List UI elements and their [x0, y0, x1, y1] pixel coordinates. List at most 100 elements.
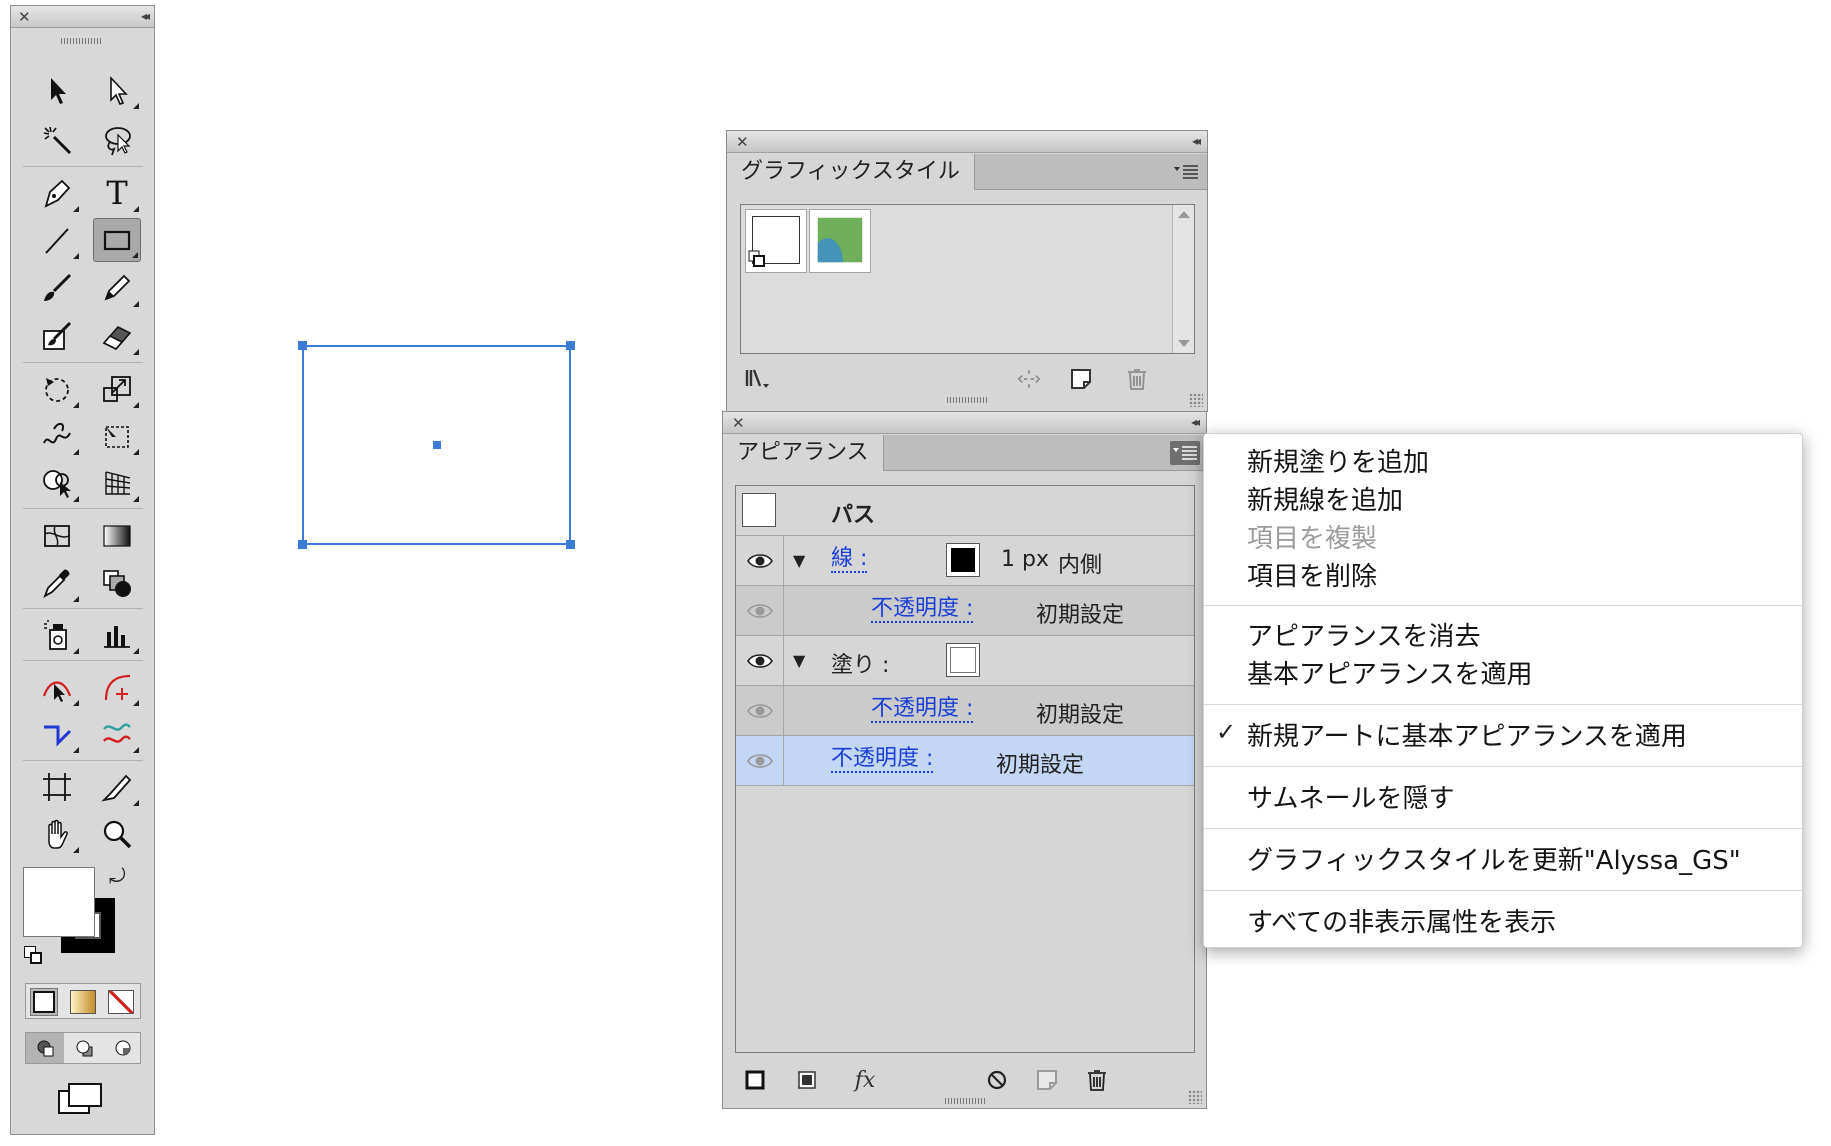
handle-top-left[interactable]	[298, 341, 307, 350]
style-libraries-icon[interactable]	[745, 367, 769, 391]
object-opacity-row[interactable]: 不透明度 : 初期設定	[736, 736, 1194, 786]
menu-item-add-new-fill[interactable]: 新規塗りを追加	[1247, 442, 1429, 479]
tools-panel-header[interactable]: ✕ ◂◂	[11, 6, 154, 28]
stroke-opacity-label[interactable]: 不透明度 :	[871, 597, 974, 623]
eyedropper-tool[interactable]	[33, 561, 81, 605]
stroke-opacity-row[interactable]: 不透明度 : 初期設定	[736, 586, 1194, 636]
resize-grip[interactable]	[1189, 393, 1203, 407]
shape-builder-tool[interactable]	[33, 461, 81, 505]
default-style-swatch[interactable]	[745, 209, 807, 273]
none-mode-icon[interactable]	[108, 990, 134, 1014]
tab-appearance[interactable]: アピアランス	[723, 435, 884, 471]
artboard-tool[interactable]	[33, 765, 81, 809]
mesh-tool[interactable]	[33, 513, 81, 557]
close-icon[interactable]: ✕	[18, 8, 31, 26]
vertical-scrollbar[interactable]	[1172, 205, 1194, 353]
handle-bottom-left[interactable]	[298, 540, 307, 549]
visibility-toggle[interactable]	[736, 536, 784, 585]
slice-tool[interactable]	[93, 765, 141, 809]
alyssa-gs-swatch[interactable]	[809, 209, 871, 273]
free-transform-tool[interactable]	[93, 414, 141, 458]
handle-bottom-right[interactable]	[566, 540, 575, 549]
appearance-header[interactable]: ✕ ◂◂	[723, 412, 1206, 434]
fill-opacity-label[interactable]: 不透明度 :	[871, 697, 974, 723]
handle-top-right[interactable]	[566, 341, 575, 350]
add-new-effect-icon[interactable]: fx	[845, 1068, 885, 1093]
collapse-icon[interactable]: ◂◂	[141, 9, 150, 23]
perspective-grid-tool[interactable]	[93, 461, 141, 505]
gradient-mode-icon[interactable]	[70, 990, 96, 1014]
fill-opacity-row[interactable]: 不透明度 : 初期設定	[736, 686, 1194, 736]
default-colors-icon[interactable]	[24, 946, 42, 964]
rotate-tool[interactable]	[33, 367, 81, 411]
resize-grip[interactable]	[1188, 1090, 1202, 1104]
trash-icon[interactable]	[1085, 1068, 1109, 1092]
convert-anchor-tool[interactable]	[33, 712, 81, 756]
trash-icon[interactable]	[1125, 367, 1149, 391]
draw-behind-icon[interactable]	[65, 1033, 103, 1063]
duplicate-item-icon[interactable]	[1035, 1068, 1059, 1092]
draw-normal-icon[interactable]	[26, 1033, 64, 1063]
visibility-toggle[interactable]	[736, 736, 784, 785]
smooth-tool[interactable]	[93, 712, 141, 756]
symbol-sprayer-tool[interactable]	[33, 613, 81, 657]
fill-color-chip[interactable]	[946, 643, 980, 677]
stroke-weight[interactable]: 1 px	[1001, 547, 1049, 572]
warp-tool[interactable]	[33, 414, 81, 458]
hand-tool[interactable]	[33, 812, 81, 856]
menu-item-redefine-graphic-style[interactable]: グラフィックスタイルを更新"Alyssa_GS"	[1247, 840, 1741, 877]
rectangle-tool[interactable]	[93, 218, 141, 262]
paintbrush-tool[interactable]	[33, 266, 81, 310]
menu-item-hide-thumbnail[interactable]: サムネールを隠す	[1247, 778, 1454, 815]
blend-tool[interactable]	[93, 561, 141, 605]
new-style-icon[interactable]	[1069, 367, 1093, 391]
line-segment-tool[interactable]	[33, 218, 81, 262]
anchor-point-tool[interactable]	[33, 665, 81, 709]
twirl-down-icon[interactable]: ▼	[793, 551, 805, 570]
eraser-tool[interactable]	[93, 314, 141, 358]
gradient-tool[interactable]	[93, 513, 141, 557]
screen-mode-icon[interactable]	[55, 1081, 107, 1117]
collapse-icon[interactable]: ◂◂	[1191, 415, 1200, 429]
panel-menu-button[interactable]	[1171, 160, 1201, 184]
drag-handle[interactable]	[61, 38, 101, 44]
blob-brush-tool[interactable]	[33, 314, 81, 358]
stroke-label[interactable]: 線 :	[831, 547, 868, 573]
break-link-icon[interactable]	[1017, 367, 1041, 391]
visibility-toggle[interactable]	[736, 636, 784, 685]
menu-item-clear-appearance[interactable]: アピアランスを消去	[1247, 616, 1480, 653]
close-icon[interactable]: ✕	[732, 414, 745, 432]
column-graph-tool[interactable]	[93, 613, 141, 657]
object-opacity-label[interactable]: 不透明度 :	[831, 747, 934, 773]
add-new-fill-icon[interactable]	[795, 1068, 819, 1092]
stroke-row[interactable]: ▼ 線 : 1 px 内側	[736, 536, 1194, 586]
panel-grip[interactable]	[947, 397, 987, 403]
selected-rectangle[interactable]	[298, 341, 575, 549]
color-icon[interactable]	[30, 988, 58, 1016]
tab-graphic-styles[interactable]: グラフィックスタイル	[727, 154, 975, 190]
magic-wand-tool[interactable]	[33, 118, 81, 162]
graphic-styles-header[interactable]: ✕ ◂◂	[727, 131, 1207, 153]
add-new-stroke-icon[interactable]	[743, 1068, 767, 1092]
close-icon[interactable]: ✕	[736, 133, 749, 151]
type-tool[interactable]: T	[93, 171, 141, 215]
fill-row[interactable]: ▼ 塗り :	[736, 636, 1194, 686]
pen-tool[interactable]	[33, 171, 81, 215]
add-anchor-tool[interactable]	[93, 665, 141, 709]
scale-tool[interactable]	[93, 367, 141, 411]
swap-fill-stroke-icon[interactable]: ⤾	[109, 864, 126, 888]
draw-inside-icon[interactable]	[104, 1033, 142, 1063]
fill-swatch[interactable]	[23, 867, 95, 937]
twirl-down-icon[interactable]: ▼	[793, 651, 805, 670]
panel-grip[interactable]	[944, 1098, 985, 1104]
clear-appearance-icon[interactable]	[985, 1068, 1009, 1092]
menu-item-new-art-basic-appearance[interactable]: 新規アートに基本アピアランスを適用	[1247, 716, 1687, 753]
pencil-tool[interactable]	[93, 266, 141, 310]
panel-menu-button[interactable]	[1170, 441, 1200, 465]
collapse-icon[interactable]: ◂◂	[1192, 134, 1201, 148]
menu-item-add-new-stroke[interactable]: 新規線を追加	[1247, 480, 1403, 517]
lasso-tool[interactable]	[93, 118, 141, 162]
visibility-toggle[interactable]	[736, 686, 784, 735]
stroke-color-chip[interactable]	[946, 543, 980, 577]
zoom-tool[interactable]	[93, 812, 141, 856]
